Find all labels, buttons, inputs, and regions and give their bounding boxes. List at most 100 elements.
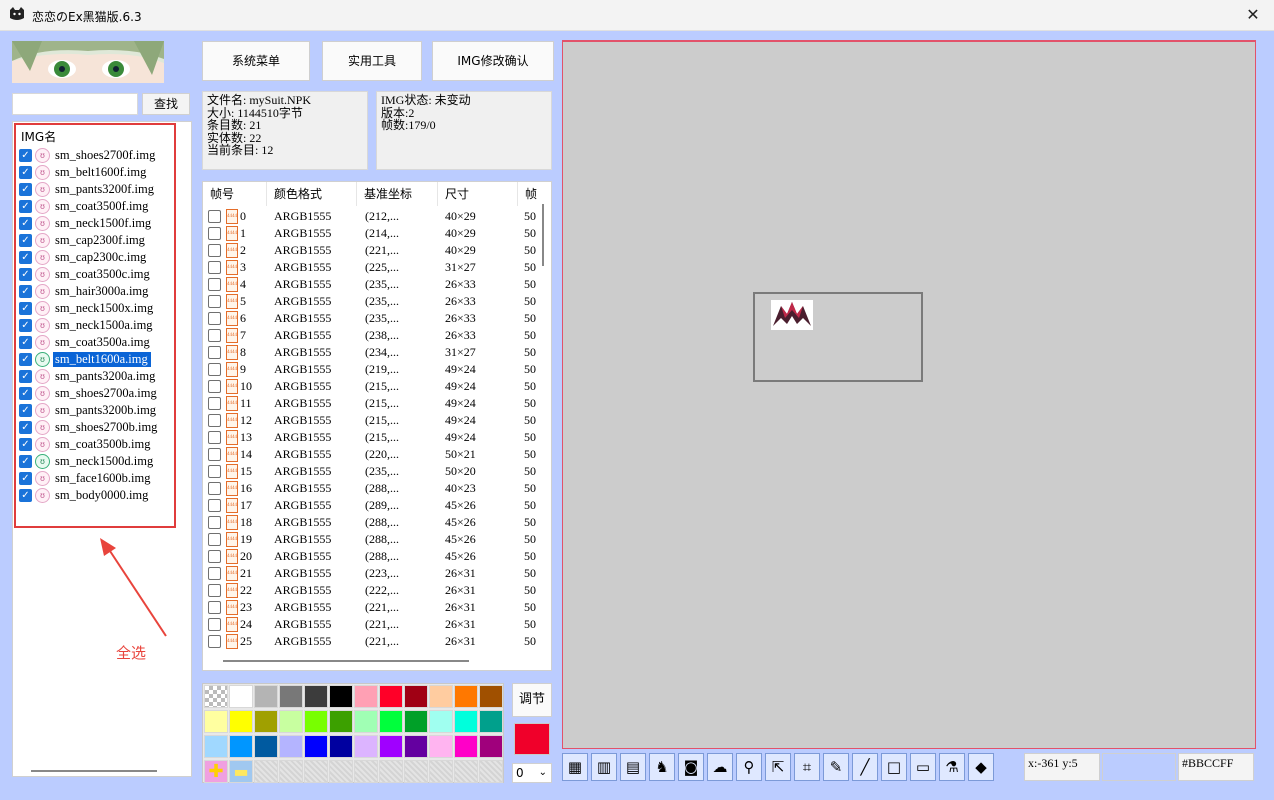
color-swatch[interactable] (479, 685, 503, 708)
empty-swatch[interactable] (354, 760, 378, 783)
column-header[interactable]: 颜色格式 (267, 182, 357, 206)
color-swatch[interactable] (204, 735, 228, 758)
checkbox[interactable]: ✓ (19, 200, 32, 213)
color-swatch[interactable] (404, 710, 428, 733)
frame-row[interactable]: 4444 10 ARGB1555 (215,... 49×24 50 (203, 378, 543, 395)
color-swatch[interactable] (279, 735, 303, 758)
camera-icon[interactable]: ◙ (678, 753, 704, 781)
checkbox[interactable] (208, 414, 221, 427)
empty-swatch[interactable] (454, 760, 478, 783)
frame-row[interactable]: 4444 14 ARGB1555 (220,... 50×21 50 (203, 446, 543, 463)
checkbox[interactable] (208, 312, 221, 325)
system-menu-button[interactable]: 系统菜单 (202, 41, 310, 81)
checkbox[interactable] (208, 550, 221, 563)
color-swatch[interactable] (354, 735, 378, 758)
checkbox[interactable]: ✓ (19, 336, 32, 349)
color-swatch[interactable] (204, 710, 228, 733)
checkbox[interactable] (208, 278, 221, 291)
checkbox[interactable] (208, 601, 221, 614)
color-swatch[interactable] (379, 710, 403, 733)
eraser-icon[interactable]: ▭ (910, 753, 936, 781)
move-icon[interactable]: ⇱ (765, 753, 791, 781)
checkbox[interactable]: ✓ (19, 251, 32, 264)
checkbox[interactable]: ✓ (19, 183, 32, 196)
img-list-item[interactable]: ✓ ʊ sm_pants3200a.img (19, 368, 191, 385)
img-list-item[interactable]: ✓ ʊ sm_shoes2700f.img (19, 147, 191, 164)
crop-icon[interactable]: ⌗ (794, 753, 820, 781)
img-list-item[interactable]: ✓ ʊ sm_shoes2700b.img (19, 419, 191, 436)
fill-icon[interactable]: ◆ (968, 753, 994, 781)
frame-row[interactable]: 4444 21 ARGB1555 (223,... 26×31 50 (203, 565, 543, 582)
checkbox[interactable]: ✓ (19, 370, 32, 383)
color-swatch[interactable] (229, 735, 253, 758)
image-canvas[interactable] (562, 40, 1256, 749)
img-list-item[interactable]: ✓ ʊ sm_hair3000a.img (19, 283, 191, 300)
checkbox[interactable] (208, 482, 221, 495)
color-swatch[interactable] (254, 735, 278, 758)
frame-row[interactable]: 4444 23 ARGB1555 (221,... 26×31 50 (203, 599, 543, 616)
img-list-item[interactable]: ✓ ʊ sm_cap2300c.img (19, 249, 191, 266)
color-swatch[interactable] (304, 710, 328, 733)
color-swatch[interactable] (429, 685, 453, 708)
checkbox[interactable]: ✓ (19, 421, 32, 434)
frame-row[interactable]: 4444 8 ARGB1555 (234,... 31×27 50 (203, 344, 543, 361)
img-list-item[interactable]: ✓ ʊ sm_face1600b.img (19, 470, 191, 487)
cloud-icon[interactable]: ☁ (707, 753, 733, 781)
checkbox[interactable]: ✓ (19, 455, 32, 468)
color-swatch[interactable] (379, 735, 403, 758)
frame-row[interactable]: 4444 3 ARGB1555 (225,... 31×27 50 (203, 259, 543, 276)
frame-row[interactable]: 4444 17 ARGB1555 (289,... 45×26 50 (203, 497, 543, 514)
horizontal-scrollbar[interactable] (31, 770, 157, 772)
frame-row[interactable]: 4444 7 ARGB1555 (238,... 26×33 50 (203, 327, 543, 344)
frame-row[interactable]: 4444 0 ARGB1555 (212,... 40×29 50 (203, 208, 543, 225)
film-icon[interactable]: ▤ (620, 753, 646, 781)
column-header[interactable]: 帧号 (203, 182, 267, 206)
checkbox[interactable]: ✓ (19, 268, 32, 281)
checkbox[interactable] (208, 465, 221, 478)
checkbox[interactable] (208, 227, 221, 240)
checkbox[interactable]: ✓ (19, 285, 32, 298)
color-swatch[interactable] (329, 735, 353, 758)
checkbox[interactable] (208, 584, 221, 597)
frame-row[interactable]: 4444 6 ARGB1555 (235,... 26×33 50 (203, 310, 543, 327)
color-swatch[interactable] (429, 735, 453, 758)
checkbox[interactable] (208, 261, 221, 274)
color-swatch[interactable] (354, 685, 378, 708)
frame-row[interactable]: 4444 12 ARGB1555 (215,... 49×24 50 (203, 412, 543, 429)
adjust-button[interactable]: 调节 (512, 683, 552, 717)
frame-row[interactable]: 4444 22 ARGB1555 (222,... 26×31 50 (203, 582, 543, 599)
empty-swatch[interactable] (279, 760, 303, 783)
frame-row[interactable]: 4444 5 ARGB1555 (235,... 26×33 50 (203, 293, 543, 310)
add-color-icon[interactable]: ✚ (204, 760, 228, 783)
frame-row[interactable]: 4444 18 ARGB1555 (288,... 45×26 50 (203, 514, 543, 531)
cat-icon[interactable]: ♞ (649, 753, 675, 781)
checkbox[interactable] (208, 210, 221, 223)
color-swatch[interactable] (454, 735, 478, 758)
color-swatch[interactable] (254, 710, 278, 733)
frame-table[interactable]: 帧号 颜色格式 基准坐标 尺寸 帧 4444 0 ARGB1555 (212,... 4… (202, 181, 552, 671)
palette-icon[interactable]: ▥ (591, 753, 617, 781)
img-confirm-button[interactable]: IMG修改确认 (432, 41, 554, 81)
layer-select[interactable]: 0 ⌄ (512, 763, 552, 783)
frame-row[interactable]: 4444 25 ARGB1555 (221,... 26×31 50 (203, 633, 543, 650)
color-swatch[interactable] (279, 685, 303, 708)
checkbox[interactable]: ✓ (19, 489, 32, 502)
checkbox[interactable] (208, 431, 221, 444)
color-swatch[interactable] (454, 710, 478, 733)
frame-row[interactable]: 4444 15 ARGB1555 (235,... 50×20 50 (203, 463, 543, 480)
color-swatch[interactable] (429, 710, 453, 733)
current-color-swatch[interactable] (514, 723, 550, 755)
line-icon[interactable]: ╱ (852, 753, 878, 781)
color-swatch[interactable] (379, 685, 403, 708)
color-swatch[interactable] (479, 735, 503, 758)
img-list[interactable]: IMG名 ✓ ʊ sm_shoes2700f.img ✓ ʊ sm_belt1600f.i… (12, 121, 192, 777)
img-list-item[interactable]: ✓ ʊ sm_neck1500d.img (19, 453, 191, 470)
remove-color-icon[interactable]: ▬ (229, 760, 253, 783)
img-list-item[interactable]: ✓ ʊ sm_coat3500f.img (19, 198, 191, 215)
frame-row[interactable]: 4444 20 ARGB1555 (288,... 45×26 50 (203, 548, 543, 565)
column-header[interactable]: 帧 (518, 182, 548, 206)
frame-row[interactable]: 4444 1 ARGB1555 (214,... 40×29 50 (203, 225, 543, 242)
img-list-item[interactable]: ✓ ʊ sm_belt1600f.img (19, 164, 191, 181)
color-swatch[interactable] (304, 735, 328, 758)
frame-row[interactable]: 4444 2 ARGB1555 (221,... 40×29 50 (203, 242, 543, 259)
